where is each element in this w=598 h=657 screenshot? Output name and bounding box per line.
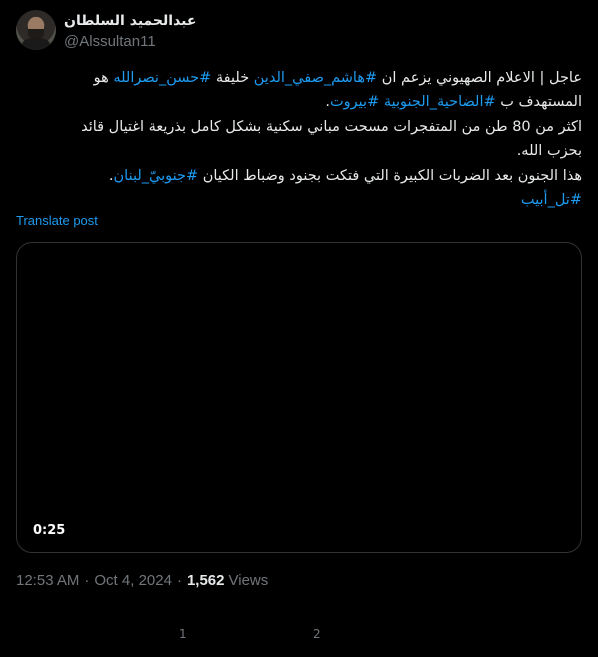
avatar-beard bbox=[28, 29, 44, 39]
post: عبدالحميد السلطان @Alssultan11 عاجل | ال… bbox=[0, 0, 598, 657]
avatar[interactable] bbox=[16, 10, 56, 50]
post-date[interactable]: Oct 4, 2024 bbox=[94, 572, 172, 589]
divider bbox=[16, 605, 582, 606]
author-handle[interactable]: @Alssultan11 bbox=[64, 33, 196, 51]
video-player[interactable]: 0:25 bbox=[16, 242, 582, 553]
meta-separator: · bbox=[176, 572, 182, 589]
post-header: عبدالحميد السلطان @Alssultan11 bbox=[16, 10, 196, 51]
hashtag-link[interactable]: #جنوبيّ_لبنان bbox=[114, 168, 199, 184]
author-display-name[interactable]: عبدالحميد السلطان bbox=[64, 12, 196, 30]
post-text: عاجل | الاعلام الصهيوني يزعم ان #هاشم_صف… bbox=[16, 66, 582, 212]
post-text-segment: هذا الجنون بعد الضربات الكبيرة التي فتكت… bbox=[198, 167, 582, 184]
post-text-segment: هو bbox=[93, 70, 114, 86]
hashtag-link[interactable]: #تل_أبيب bbox=[521, 192, 582, 208]
video-duration: 0:25 bbox=[33, 523, 66, 538]
translate-post-link[interactable]: Translate post bbox=[16, 213, 98, 228]
engagement-stats: 1 2 bbox=[0, 627, 598, 643]
views-count: 1,562 bbox=[186, 572, 225, 589]
post-time[interactable]: 12:53 AM bbox=[16, 572, 79, 589]
post-line-1: عاجل | الاعلام الصهيوني يزعم ان #هاشم_صف… bbox=[16, 66, 582, 90]
hashtag-link[interactable]: #حسن_نصرالله bbox=[113, 70, 211, 86]
post-text-segment: المستهدف ب bbox=[495, 94, 582, 111]
post-line-5: هذا الجنون بعد الضربات الكبيرة التي فتكت… bbox=[16, 164, 582, 188]
post-text-segment: خليفة bbox=[211, 70, 254, 86]
post-line-6: #تل_أبيب bbox=[16, 188, 582, 212]
post-meta: 12:53 AM · Oct 4, 2024 · 1,562 Views bbox=[16, 572, 268, 589]
hashtag-link[interactable]: #هاشم_صفي_الدين bbox=[254, 70, 377, 86]
meta-separator: · bbox=[84, 572, 90, 589]
author-names: عبدالحميد السلطان @Alssultan11 bbox=[64, 10, 196, 51]
post-line-3: اكثر من 80 طن من المتفجرات مسحت مباني سك… bbox=[81, 118, 582, 135]
stat-count-second[interactable]: 2 bbox=[313, 627, 321, 641]
hashtag-link[interactable]: #بيروت bbox=[330, 94, 379, 110]
post-line-2: المستهدف ب #الضاحية_الجنوبية #بيروت. bbox=[16, 90, 582, 114]
stat-count-first[interactable]: 1 bbox=[179, 627, 187, 641]
post-text-segment: عاجل | الاعلام الصهيوني يزعم ان bbox=[377, 70, 582, 86]
post-line-4: بحزب الله. bbox=[516, 143, 582, 160]
views-label: Views bbox=[228, 572, 269, 589]
avatar-torso bbox=[22, 38, 50, 50]
hashtag-link[interactable]: #الضاحية_الجنوبية bbox=[384, 94, 496, 110]
